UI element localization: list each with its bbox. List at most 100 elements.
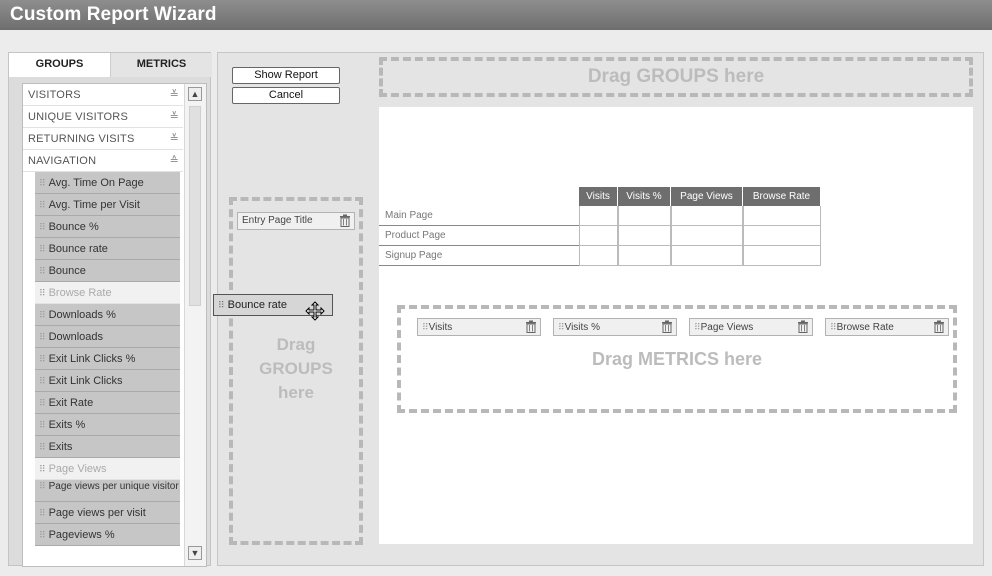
table-row-label: Signup Page: [379, 246, 579, 266]
category-row[interactable]: VISITORS ≚: [23, 84, 183, 106]
category-label: VISITORS: [28, 89, 81, 101]
table-cell: [743, 246, 821, 266]
tab-groups[interactable]: GROUPS: [9, 53, 111, 77]
grip-icon: ⠿: [39, 464, 46, 474]
scroll-down-icon[interactable]: ▼: [188, 546, 202, 560]
field-item-label: Bounce: [48, 265, 86, 277]
field-item-label: Exit Link Clicks %: [48, 353, 136, 365]
trash-icon[interactable]: [797, 320, 809, 333]
field-item[interactable]: ⠿ Exit Link Clicks: [35, 370, 180, 392]
chevron-icon[interactable]: ≚: [170, 84, 179, 106]
side-label-line: GROUPS: [259, 359, 333, 378]
scroll-up-icon[interactable]: ▲: [188, 87, 202, 101]
field-item[interactable]: ⠿ Bounce rate: [35, 238, 180, 260]
field-item[interactable]: ⠿ Exits %: [35, 414, 180, 436]
groups-drop-label-top: Drag GROUPS here: [587, 66, 765, 87]
field-item[interactable]: ⠿ Pageviews %: [35, 524, 180, 546]
tab-metrics[interactable]: METRICS: [111, 53, 212, 77]
panel-tabs: GROUPS METRICS: [9, 53, 212, 77]
grip-icon: ⠿: [422, 322, 429, 332]
field-item-label: Page views per unique visitor: [48, 481, 179, 492]
groups-drop-label-side: Drag GROUPS here: [229, 333, 363, 405]
field-item[interactable]: ⠿ Bounce: [35, 260, 180, 282]
grip-icon: ⠿: [39, 508, 46, 518]
field-item[interactable]: ⠿ Page views per unique visitor: [35, 480, 180, 502]
field-item[interactable]: ⠿ Exit Link Clicks %: [35, 348, 180, 370]
field-item: ⠿ Page Views: [35, 458, 180, 480]
category-label: RETURNING VISITS: [28, 133, 135, 145]
grip-icon: ⠿: [218, 300, 225, 310]
metric-chip[interactable]: ⠿Page Views: [689, 318, 813, 336]
cancel-button[interactable]: Cancel: [232, 87, 340, 104]
metric-chip[interactable]: ⠿Visits: [417, 318, 541, 336]
field-item-label: Downloads: [48, 331, 104, 343]
grip-icon: ⠿: [39, 354, 46, 364]
grip-icon: ⠿: [39, 420, 46, 430]
field-item-label: Browse Rate: [48, 287, 112, 299]
trash-icon[interactable]: [933, 320, 945, 333]
field-item-label: Exit Rate: [48, 397, 94, 409]
field-item[interactable]: ⠿ Exits: [35, 436, 180, 458]
metric-chip[interactable]: ⠿Browse Rate: [825, 318, 949, 336]
metric-chip[interactable]: ⠿Visits %: [553, 318, 677, 336]
grip-icon: ⠿: [39, 398, 46, 408]
category-row[interactable]: NAVIGATION ≙: [23, 150, 183, 172]
scroll-thumb[interactable]: [189, 106, 201, 306]
side-label-line: here: [278, 383, 314, 402]
field-item[interactable]: ⠿ Exit Rate: [35, 392, 180, 414]
metric-chip-label: Page Views: [700, 322, 754, 333]
table-cell: [618, 206, 671, 226]
grip-icon: ⠿: [39, 222, 46, 232]
field-item[interactable]: ⠿ Downloads %: [35, 304, 180, 326]
trash-icon[interactable]: [661, 320, 673, 333]
fields-panel: GROUPS METRICS VISITORS ≚ UNIQUE VISITORS ≚…: [8, 52, 212, 567]
category-row[interactable]: UNIQUE VISITORS ≚: [23, 106, 183, 128]
grip-icon: ⠿: [39, 200, 46, 210]
trash-icon[interactable]: [525, 320, 537, 333]
grip-icon: ⠿: [39, 376, 46, 386]
group-chip-label: Entry Page Title: [242, 215, 313, 226]
field-item[interactable]: ⠿ Avg. Time per Visit: [35, 194, 180, 216]
chevron-icon[interactable]: ≚: [170, 106, 179, 128]
field-item-label: Bounce %: [48, 221, 99, 233]
field-list-frame: VISITORS ≚ UNIQUE VISITORS ≚ RETURNING VISIT…: [22, 83, 207, 567]
table-header[interactable]: Browse Rate: [743, 187, 821, 206]
category-row[interactable]: RETURNING VISITS ≚: [23, 128, 183, 150]
field-item-label: Avg. Time On Page: [48, 177, 144, 189]
field-item-label: Page Views: [48, 463, 107, 475]
table-header[interactable]: Visits: [579, 187, 618, 206]
trash-icon[interactable]: [339, 214, 351, 227]
field-item-label: Avg. Time per Visit: [48, 199, 140, 211]
field-item[interactable]: ⠿ Downloads: [35, 326, 180, 348]
group-chip[interactable]: Entry Page Title: [237, 212, 355, 230]
table-cell: [743, 226, 821, 246]
table-header[interactable]: Page Views: [671, 187, 743, 206]
grip-icon: ⠿: [39, 442, 46, 452]
field-item[interactable]: ⠿ Avg. Time On Page: [35, 172, 180, 194]
grip-icon: ⠿: [39, 288, 46, 298]
metric-chip-label: Visits: [428, 322, 453, 333]
field-item[interactable]: ⠿ Bounce %: [35, 216, 180, 238]
category-label: UNIQUE VISITORS: [28, 111, 128, 123]
table-cell: [618, 246, 671, 266]
list-scrollbar[interactable]: ▲ ▼: [184, 84, 206, 566]
move-cursor-icon: [305, 301, 325, 321]
table-header[interactable]: Visits %: [618, 187, 671, 206]
chevron-icon[interactable]: ≙: [170, 150, 179, 172]
field-item-label: Page views per visit: [48, 507, 146, 519]
table-cell: [579, 246, 618, 266]
chevron-icon[interactable]: ≚: [170, 128, 179, 150]
show-report-button[interactable]: Show Report: [232, 67, 340, 84]
table-cell: [671, 226, 743, 246]
grip-icon: ⠿: [39, 530, 46, 540]
grip-icon: ⠿: [558, 322, 565, 332]
category-label: NAVIGATION: [28, 155, 97, 167]
grip-icon: ⠿: [39, 332, 46, 342]
field-item-label: Exits %: [48, 419, 86, 431]
field-item[interactable]: ⠿ Page views per visit: [35, 502, 180, 524]
field-item-label: Bounce rate: [48, 243, 108, 255]
field-list: VISITORS ≚ UNIQUE VISITORS ≚ RETURNING VISIT…: [23, 84, 183, 546]
metric-chip-label: Visits %: [564, 322, 600, 333]
field-item-label: Downloads %: [48, 309, 116, 321]
table-cell: [579, 226, 618, 246]
